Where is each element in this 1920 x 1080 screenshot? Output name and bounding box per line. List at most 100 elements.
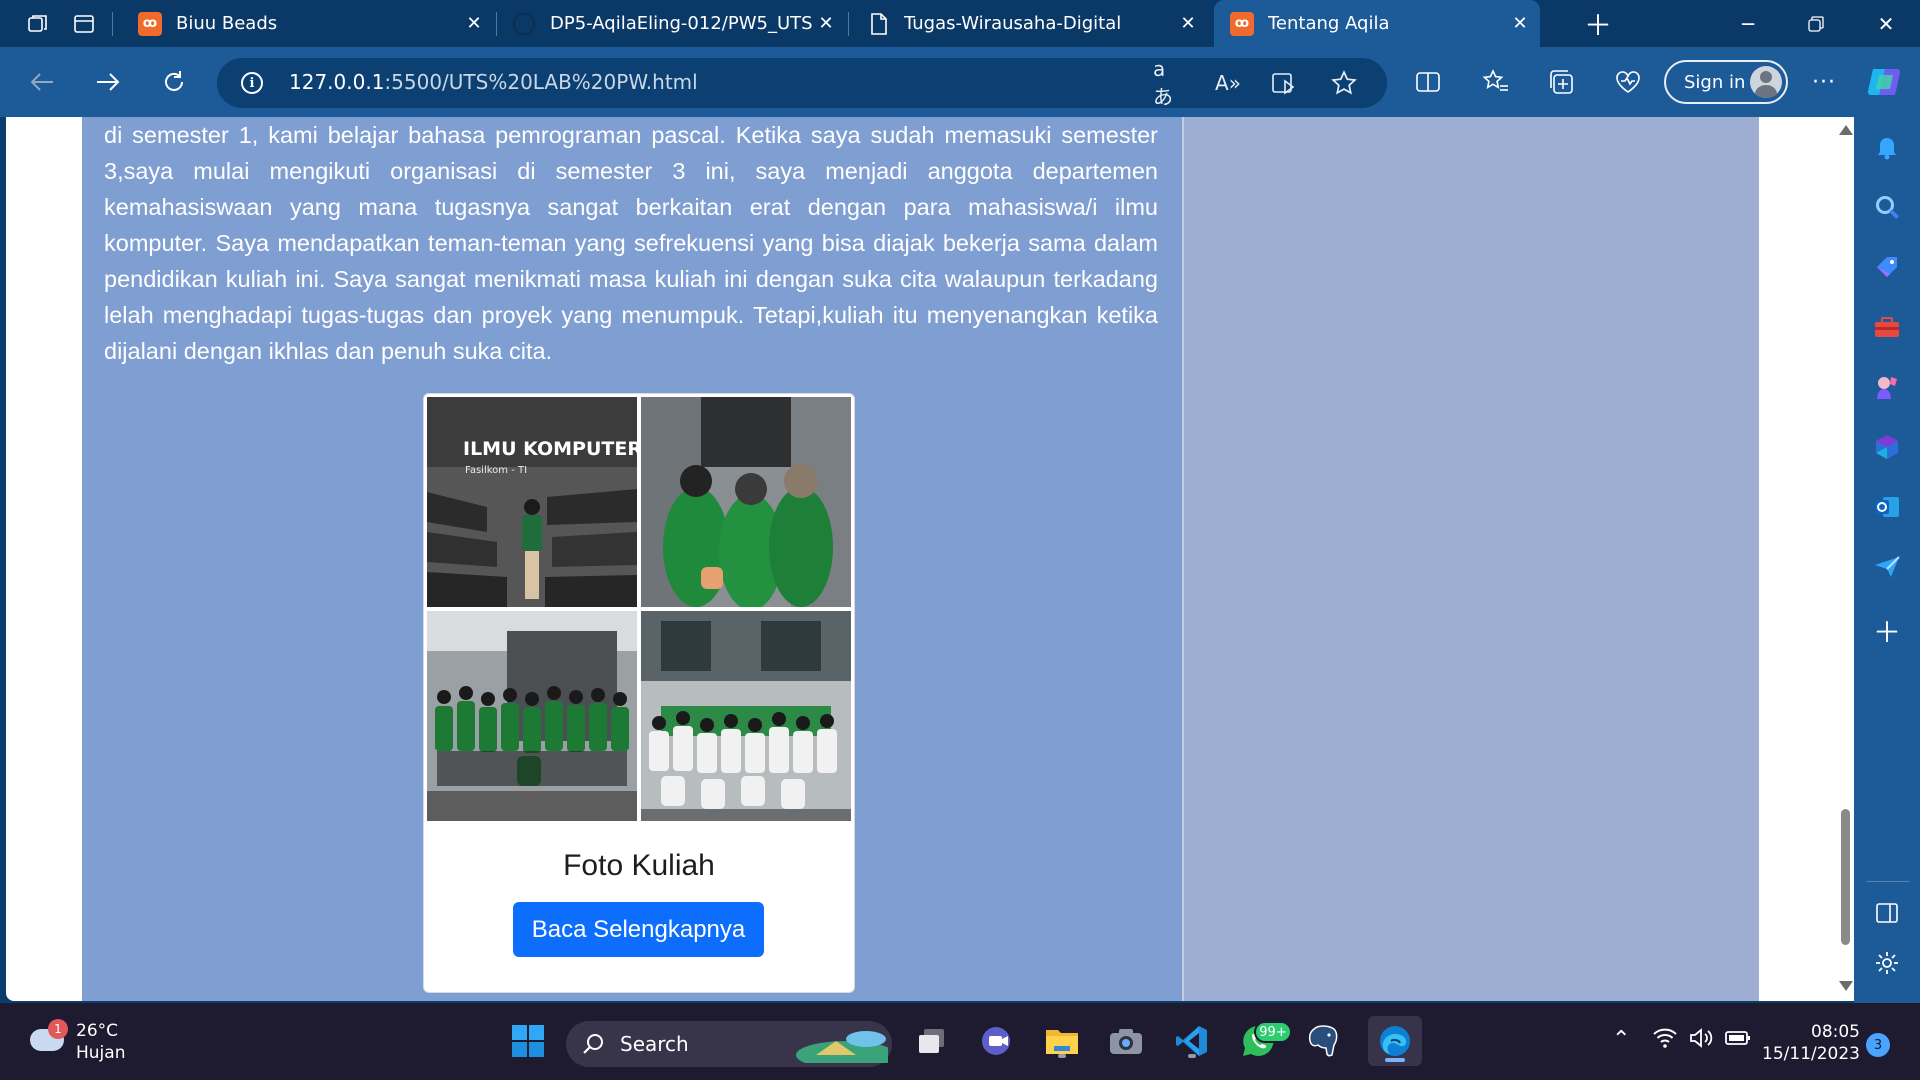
photo-collage: ILMU KOMPUTER Fasilkom - TI: [427, 397, 851, 822]
collections-icon[interactable]: [1542, 62, 1582, 102]
scroll-down-arrow-icon[interactable]: [1839, 981, 1853, 991]
add-sidebar-app-icon[interactable]: ＋: [1871, 615, 1903, 649]
close-icon[interactable]: ✕: [1178, 13, 1198, 34]
sidebar-divider: [1866, 881, 1910, 882]
running-indicator: [1058, 1054, 1066, 1058]
photo-card: ILMU KOMPUTER Fasilkom - TI Foto Kuliah …: [423, 393, 855, 993]
tab-strip: ꝏ Biuu Beads ✕ DP5-AqilaEling-012/PW5_UT…: [0, 0, 1920, 47]
battery-icon[interactable]: [1724, 1027, 1752, 1053]
copilot-icon[interactable]: [1864, 62, 1904, 102]
document-icon: [871, 12, 887, 35]
url-path: :5500/UTS%20LAB%20PW.html: [384, 70, 698, 94]
forward-button[interactable]: [88, 62, 128, 102]
drop-send-icon[interactable]: [1871, 551, 1903, 583]
scroll-up-arrow-icon[interactable]: [1839, 125, 1853, 135]
close-icon[interactable]: ✕: [816, 13, 836, 34]
vscode-icon[interactable]: [1170, 1019, 1214, 1063]
sign-in-button[interactable]: Sign in: [1664, 60, 1788, 104]
hide-sidebar-icon[interactable]: [1871, 897, 1903, 929]
back-arrow-icon: [30, 73, 53, 91]
windows-start-icon[interactable]: [506, 1019, 550, 1063]
search-icon: [583, 1034, 603, 1054]
microsoft-365-icon[interactable]: [1871, 431, 1903, 463]
taskbar-clock[interactable]: 08:05 15/11/2023: [1760, 1021, 1860, 1065]
forward-arrow-icon: [97, 73, 120, 91]
favorites-icon[interactable]: [1476, 62, 1516, 102]
tools-briefcase-icon[interactable]: [1871, 311, 1903, 343]
favorite-star-icon[interactable]: [1329, 68, 1359, 98]
photo-group-banner: [641, 611, 851, 821]
taskbar-search[interactable]: Search: [566, 1021, 892, 1067]
camera-icon[interactable]: [1104, 1019, 1148, 1063]
xampp-icon: ꝏ: [1230, 11, 1254, 36]
tab-separator: [848, 12, 849, 36]
close-window-button[interactable]: ✕: [1852, 0, 1920, 47]
wifi-icon[interactable]: [1652, 1027, 1678, 1053]
restore-icon: [1808, 15, 1824, 32]
whatsapp-badge: 99+: [1254, 1021, 1292, 1043]
edge-taskbar-icon[interactable]: [1368, 1016, 1422, 1066]
tab-title: Biuu Beads: [176, 13, 278, 34]
url-text[interactable]: 127.0.0.1:5500/UTS%20LAB%20PW.html: [289, 70, 698, 94]
shopping-tag-icon[interactable]: [1871, 251, 1903, 283]
card-title: Foto Kuliah: [563, 849, 715, 882]
outlook-icon[interactable]: [1871, 491, 1903, 523]
notification-badge[interactable]: 3: [1866, 1033, 1890, 1057]
aside-panel: [1182, 117, 1759, 1001]
xampp-icon: ꝏ: [138, 11, 162, 36]
clock-time: 08:05: [1811, 1022, 1860, 1042]
main-content: di semester 1, kami belajar bahasa pemro…: [82, 117, 1182, 1001]
settings-more-icon[interactable]: ···: [1804, 62, 1844, 102]
workspaces-icon[interactable]: [22, 8, 54, 40]
sign-text: ILMU KOMPUTER: [463, 438, 637, 460]
browser-essentials-icon[interactable]: [1608, 62, 1648, 102]
tab-separator: [112, 12, 113, 36]
immersive-reader-icon[interactable]: [1269, 68, 1299, 98]
split-screen-icon[interactable]: [1408, 62, 1448, 102]
refresh-button[interactable]: [154, 62, 194, 102]
minimize-button[interactable]: ─: [1714, 0, 1782, 47]
refresh-icon: [165, 71, 183, 91]
search-icon[interactable]: [1871, 191, 1903, 223]
translate-icon[interactable]: aあ: [1153, 57, 1183, 109]
bell-icon[interactable]: [1871, 131, 1903, 163]
weather-condition: Hujan: [76, 1043, 126, 1063]
tab-tugas-wirausaha[interactable]: Tugas-Wirausaha-Digital ✕: [868, 0, 1208, 47]
teams-meet-icon[interactable]: [976, 1019, 1020, 1063]
restore-button[interactable]: [1782, 0, 1850, 47]
close-icon[interactable]: ✕: [1510, 13, 1530, 34]
tab-github-repo[interactable]: DP5-AqilaEling-012/PW5_UTS_22 ✕: [512, 0, 846, 47]
read-aloud-icon[interactable]: A»: [1213, 68, 1243, 98]
windows-taskbar: 1 26°C Hujan Search 99+ ⌃ 08:05 15/11/20…: [0, 1003, 1920, 1080]
tab-actions-icon[interactable]: [68, 8, 100, 40]
show-hidden-icons-icon[interactable]: ⌃: [1612, 1027, 1630, 1052]
weather-temp: 26°C: [76, 1021, 119, 1041]
file-explorer-icon[interactable]: [1040, 1019, 1084, 1063]
photo-group-standing: [427, 611, 637, 821]
page-scrollbar[interactable]: [1836, 117, 1854, 1001]
taskbar-search-label: Search: [620, 1032, 689, 1056]
tab-title: Tentang Aqila: [1268, 13, 1390, 34]
scroll-thumb[interactable]: [1841, 809, 1850, 945]
volume-icon[interactable]: [1688, 1027, 1714, 1053]
tab-title: Tugas-Wirausaha-Digital: [904, 13, 1122, 34]
new-tab-icon[interactable]: ＋: [1582, 8, 1614, 42]
task-view-icon[interactable]: [910, 1019, 954, 1063]
active-indicator: [1385, 1058, 1405, 1062]
tab-biuu-beads[interactable]: ꝏ Biuu Beads ✕: [138, 0, 494, 47]
address-bar[interactable]: i 127.0.0.1:5500/UTS%20LAB%20PW.html aあ …: [217, 57, 1387, 109]
running-indicator: [1188, 1054, 1196, 1058]
sidebar-settings-icon[interactable]: [1871, 947, 1903, 979]
site-info-icon[interactable]: i: [241, 72, 263, 94]
games-icon[interactable]: [1871, 371, 1903, 403]
search-highlight-art-icon: [796, 1031, 888, 1063]
sign-subtext: Fasilkom - TI: [465, 465, 527, 476]
about-paragraph: di semester 1, kami belajar bahasa pemro…: [104, 122, 1158, 364]
back-button[interactable]: [22, 62, 62, 102]
postgresql-icon[interactable]: [1302, 1019, 1346, 1063]
tab-tentang-aqila[interactable]: ꝏ Tentang Aqila ✕: [1214, 0, 1540, 47]
close-icon[interactable]: ✕: [464, 13, 484, 34]
page-viewport: di semester 1, kami belajar bahasa pemro…: [6, 117, 1854, 1001]
weather-widget[interactable]: 1 26°C Hujan: [26, 1019, 146, 1067]
read-more-button[interactable]: Baca Selengkapnya: [513, 902, 764, 957]
